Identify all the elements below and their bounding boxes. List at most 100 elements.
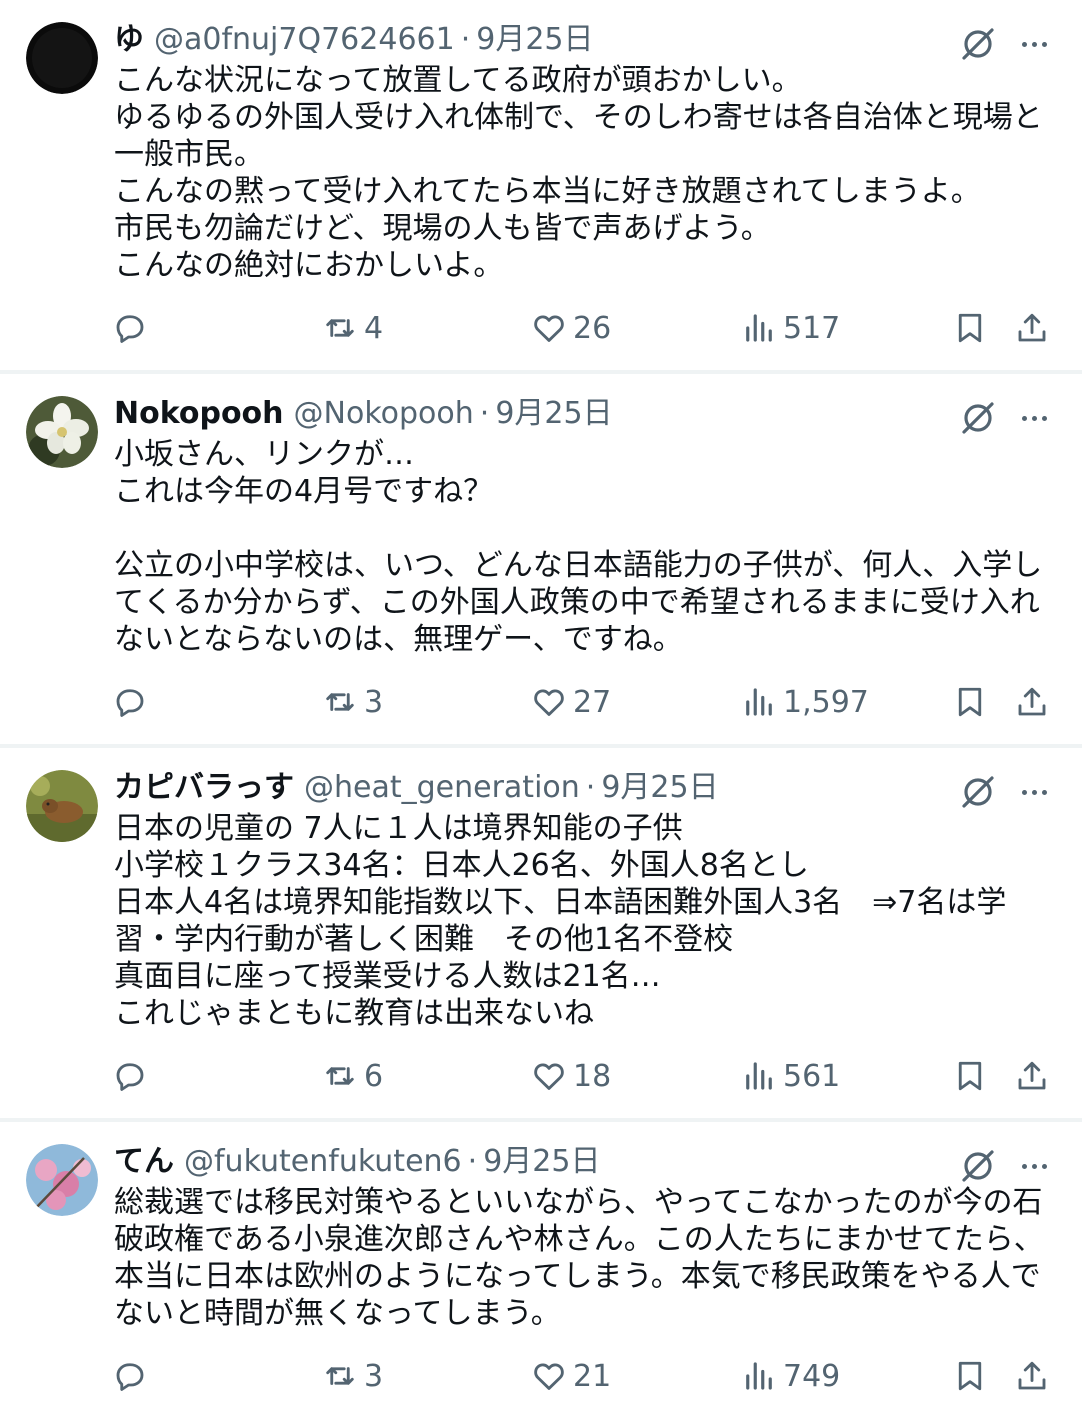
reply-button[interactable]	[112, 306, 148, 350]
text-line: これじゃまともに教育は出来ないね	[114, 996, 594, 1031]
share-icon	[1018, 313, 1046, 342]
display-name[interactable]: Nokopooh	[114, 392, 284, 436]
tweet-text: こんな状況になって放置してる政府が頭おかしい。 ゆるゆるの外国人受け入れ体制で、…	[114, 62, 1064, 284]
share-icon	[1018, 1061, 1046, 1090]
heart-icon	[534, 1363, 564, 1390]
tweet[interactable]: カピバラっす @heat_generation · 9月25日 日本の児童の 7…	[0, 748, 1082, 1116]
retweet-icon	[326, 693, 354, 711]
text-line: てくるか分からず、この外国人政策の中で希望されるままに受け入れ	[114, 585, 1040, 620]
bookmark-icon	[958, 687, 982, 717]
tweet-header: ゆ @a0fnuj7Q7624661 · 9月25日	[114, 18, 594, 62]
retweet-button[interactable]: 3	[322, 1354, 383, 1398]
views-button[interactable]: 561	[741, 1054, 840, 1098]
display-name[interactable]: カピバラっす	[114, 766, 294, 810]
post-date[interactable]: 9月25日	[495, 392, 612, 436]
reply-button[interactable]	[112, 680, 148, 724]
more-icon[interactable]	[1014, 772, 1054, 812]
text-line: こんなの黙って受け入れてたら本当に好き放題されてしまうよ。	[114, 174, 981, 209]
post-date[interactable]: 9月25日	[476, 18, 593, 62]
retweet-button[interactable]: 4	[322, 306, 383, 350]
tweet-header: カピバラっす @heat_generation · 9月25日	[114, 766, 719, 810]
share-button[interactable]	[1014, 1354, 1050, 1398]
views-count: 749	[783, 1358, 841, 1394]
action-bar: 3 21 749	[0, 1354, 1082, 1398]
bookmark-button[interactable]	[952, 1054, 988, 1098]
more-icon[interactable]	[1014, 1146, 1054, 1186]
like-count: 27	[573, 684, 612, 720]
user-handle[interactable]: @a0fnuj7Q7624661	[154, 18, 455, 62]
text-line: これは今年の4月号ですね？	[114, 474, 494, 509]
retweet-button[interactable]: 6	[322, 1054, 383, 1098]
bookmark-button[interactable]	[952, 306, 988, 350]
grok-icon[interactable]	[958, 24, 998, 64]
like-button[interactable]: 27	[531, 680, 611, 724]
retweet-button[interactable]: 3	[322, 680, 383, 724]
separator-dot: ·	[460, 22, 471, 57]
share-button[interactable]	[1014, 680, 1050, 724]
post-date[interactable]: 9月25日	[601, 766, 718, 810]
tweet[interactable]: Nokopooh @Nokopooh · 9月25日 小坂さん、リンクが… これ…	[0, 374, 1082, 742]
display-name[interactable]: ゆ	[114, 18, 144, 62]
avatar[interactable]	[26, 396, 98, 468]
tweet[interactable]: ゆ @a0fnuj7Q7624661 · 9月25日 こんな状況になって放置して…	[0, 0, 1082, 368]
bookmark-button[interactable]	[952, 680, 988, 724]
views-icon	[746, 688, 772, 716]
user-handle[interactable]: @Nokopooh	[294, 392, 474, 436]
avatar[interactable]	[26, 1144, 98, 1216]
reply-icon	[116, 315, 144, 343]
grok-icon[interactable]	[958, 398, 998, 438]
separator-dot: ·	[467, 1144, 478, 1179]
tweet-text: 小坂さん、リンクが… これは今年の4月号ですね？ 公立の小中学校は、いつ、どんな…	[114, 436, 1064, 658]
bookmark-button[interactable]	[952, 1354, 988, 1398]
like-button[interactable]: 26	[531, 306, 611, 350]
views-icon	[746, 1062, 772, 1090]
retweet-count: 3	[364, 1358, 384, 1394]
user-handle[interactable]: @heat_generation	[304, 766, 580, 810]
text-line: 一般市民。	[114, 137, 264, 172]
views-icon	[746, 314, 772, 342]
more-icon[interactable]	[1014, 398, 1054, 438]
text-line: ないと時間が無くなってしまう。	[114, 1296, 561, 1331]
heart-icon	[534, 315, 564, 342]
retweet-icon	[326, 1067, 354, 1085]
tweet-text: 総裁選では移民対策やるといいながら、やってこなかったのが今の石 破政権である小泉…	[114, 1184, 1064, 1332]
more-icon[interactable]	[1014, 24, 1054, 64]
views-button[interactable]: 749	[741, 1354, 840, 1398]
reply-icon	[116, 1063, 144, 1091]
grok-icon[interactable]	[958, 1146, 998, 1186]
text-line: ゆるゆるの外国人受け入れ体制で、そのしわ寄せは各自治体と現場と	[114, 100, 1043, 135]
post-date[interactable]: 9月25日	[483, 1140, 600, 1184]
action-bar: 3 27 1,597	[0, 680, 1082, 724]
avatar[interactable]	[26, 770, 98, 842]
like-count: 26	[573, 310, 612, 346]
share-button[interactable]	[1014, 306, 1050, 350]
tweet[interactable]: てん @fukutenfukuten6 · 9月25日 総裁選では移民対策やると…	[0, 1122, 1082, 1416]
retweet-count: 6	[364, 1058, 384, 1094]
views-button[interactable]: 1,597	[741, 680, 869, 724]
display-name[interactable]: てん	[114, 1140, 174, 1184]
text-line: 本当に日本は欧州のようになってしまう。本気で移民政策をやる人で	[114, 1259, 1041, 1294]
bookmark-icon	[958, 1061, 982, 1091]
like-button[interactable]: 21	[531, 1354, 611, 1398]
text-line	[114, 510, 1064, 547]
like-count: 21	[573, 1358, 612, 1394]
tweet-text: 日本の児童の 7人に１人は境界知能の子供 小学校１クラス34名：日本人26名、外…	[114, 810, 1064, 1032]
text-line: 習・学内行動が著しく困難 その他1名不登校	[114, 922, 734, 957]
bookmark-icon	[958, 1361, 982, 1391]
views-icon	[746, 1362, 772, 1390]
avatar[interactable]	[26, 22, 98, 94]
separator-dot: ·	[479, 396, 490, 431]
like-button[interactable]: 18	[531, 1054, 611, 1098]
retweet-icon	[326, 319, 354, 337]
grok-icon[interactable]	[958, 772, 998, 812]
reply-icon	[116, 689, 144, 717]
heart-icon	[534, 689, 564, 716]
reply-button[interactable]	[112, 1054, 148, 1098]
like-count: 18	[573, 1058, 612, 1094]
text-line: 日本人4名は境界知能指数以下、日本語困難外国人3名 ⇒7名は学	[114, 885, 1007, 920]
reply-button[interactable]	[112, 1354, 148, 1398]
user-handle[interactable]: @fukutenfukuten6	[184, 1140, 462, 1184]
views-button[interactable]: 517	[741, 306, 840, 350]
share-button[interactable]	[1014, 1054, 1050, 1098]
text-line: こんな状況になって放置してる政府が頭おかしい。	[114, 63, 802, 98]
